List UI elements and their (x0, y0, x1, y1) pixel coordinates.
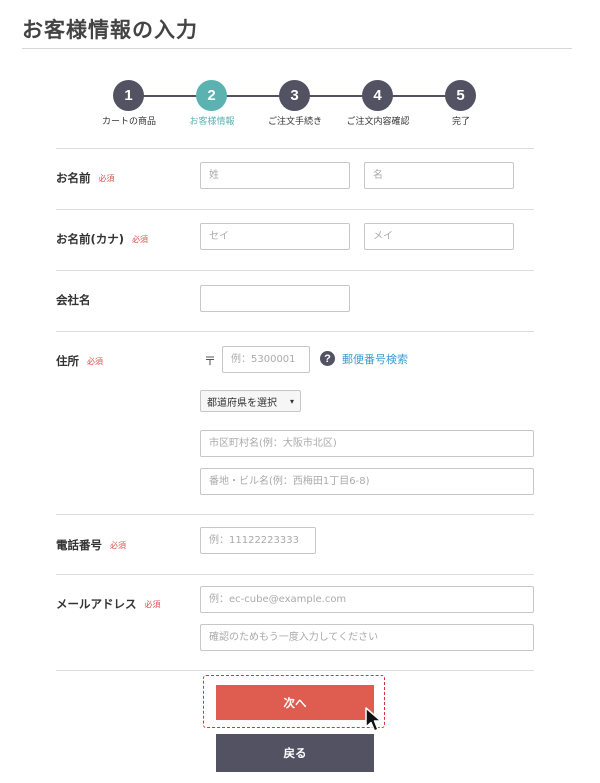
zip-lookup-link[interactable]: 郵便番号検索 (342, 351, 408, 367)
step-2-circle: 2 (196, 80, 227, 111)
question-icon[interactable]: ? (320, 351, 335, 366)
required-badge: 必須 (87, 357, 103, 366)
phone-label: 電話番号 必須 (56, 537, 126, 553)
first-name-kana-input[interactable] (364, 223, 514, 250)
prefecture-select[interactable]: 都道府県を選択 ▾ (200, 390, 301, 412)
company-label: 会社名 (56, 292, 91, 308)
email-confirm-input[interactable] (200, 624, 534, 651)
divider (56, 574, 534, 575)
kana-label-text: お名前(カナ) (56, 232, 125, 246)
zip-code-input[interactable] (222, 346, 310, 373)
last-name-input[interactable] (200, 162, 350, 189)
street-input[interactable] (200, 468, 534, 495)
email-label: メールアドレス 必須 (56, 596, 161, 612)
required-badge: 必須 (98, 174, 115, 183)
address-label: 住所 必須 (56, 353, 103, 369)
email-label-text: メールアドレス (56, 597, 137, 611)
next-button[interactable]: 次へ (216, 685, 374, 720)
divider (56, 209, 534, 210)
step-2-label: お客様情報 (189, 117, 235, 127)
city-input[interactable] (200, 430, 534, 457)
name-label: お名前 必須 (56, 170, 115, 186)
email-input[interactable] (200, 586, 534, 613)
required-badge: 必須 (144, 600, 161, 609)
back-button[interactable]: 戻る (216, 734, 374, 772)
company-label-text: 会社名 (56, 293, 91, 307)
company-input[interactable] (200, 285, 350, 312)
phone-input[interactable] (200, 527, 316, 554)
step-5-circle: 5 (445, 80, 476, 111)
divider (56, 331, 534, 332)
divider (56, 514, 534, 515)
step-1-label: カートの商品 (101, 117, 156, 127)
step-3-label: ご注文手続き (267, 117, 322, 127)
mouse-pointer-icon (365, 707, 382, 732)
required-badge: 必須 (132, 235, 149, 244)
required-badge: 必須 (110, 541, 126, 550)
last-name-kana-input[interactable] (200, 223, 350, 250)
address-label-text: 住所 (56, 354, 79, 368)
step-1-circle: 1 (113, 80, 144, 111)
step-4-circle: 4 (362, 80, 393, 111)
step-3-circle: 3 (279, 80, 310, 111)
kana-label: お名前(カナ) 必須 (56, 231, 148, 247)
divider (56, 148, 534, 149)
page-title: お客様情報の入力 (22, 18, 198, 42)
postal-mark: 〒 (204, 354, 217, 368)
step-4-label: ご注文内容確認 (346, 117, 410, 127)
divider (56, 270, 534, 271)
phone-label-text: 電話番号 (56, 538, 102, 552)
title-divider (22, 48, 572, 49)
name-label-text: お名前 (56, 171, 91, 185)
divider (56, 670, 534, 671)
first-name-input[interactable] (364, 162, 514, 189)
chevron-down-icon: ▾ (289, 396, 294, 406)
prefecture-select-value: 都道府県を選択 (207, 397, 277, 409)
step-5-label: 完了 (451, 117, 470, 127)
